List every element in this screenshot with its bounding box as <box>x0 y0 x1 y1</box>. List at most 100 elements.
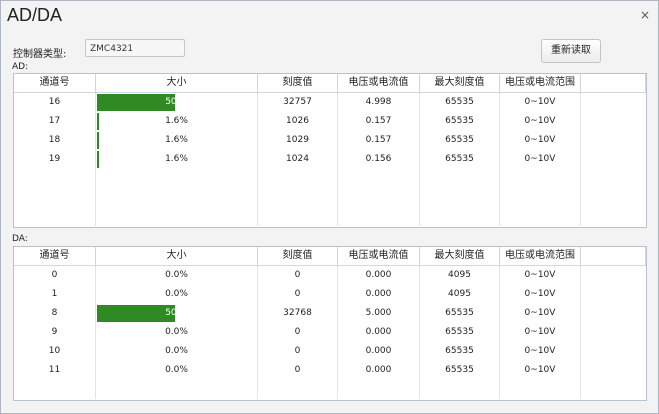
empty-cell <box>14 380 96 399</box>
cell-filler <box>581 266 646 285</box>
close-icon[interactable]: × <box>638 8 652 22</box>
empty-cell <box>338 207 420 226</box>
cell-channel: 10 <box>14 342 96 361</box>
cell-filler <box>581 150 646 169</box>
column-header-max-scale[interactable]: 最大刻度值 <box>420 74 500 92</box>
size-bar <box>97 132 99 149</box>
cell-filler <box>581 342 646 361</box>
ad-table-header: 通道号 大小 刻度值 电压或电流值 最大刻度值 电压或电流范围 <box>14 74 646 93</box>
window-title: AD/DA <box>7 5 63 25</box>
cell-scale: 0 <box>258 285 338 304</box>
cell-channel: 9 <box>14 323 96 342</box>
cell-filler <box>581 323 646 342</box>
cell-max-scale: 65535 <box>420 93 500 112</box>
empty-cell <box>500 188 581 207</box>
size-bar <box>97 151 99 168</box>
empty-cell <box>338 380 420 399</box>
cell-scale: 32768 <box>258 304 338 323</box>
size-percent: 50.0% <box>165 97 194 107</box>
size-percent: 0.0% <box>165 327 188 337</box>
cell-scale: 0 <box>258 361 338 380</box>
column-header-scale[interactable]: 刻度值 <box>258 247 338 265</box>
empty-cell <box>258 380 338 399</box>
refresh-button[interactable]: 重新读取 <box>541 39 601 63</box>
cell-value: 0.157 <box>338 131 420 150</box>
cell-channel: 1 <box>14 285 96 304</box>
empty-cell <box>500 207 581 226</box>
cell-filler <box>581 285 646 304</box>
size-percent: 1.6% <box>165 135 188 145</box>
table-row[interactable]: 8 50.0% 32768 5.000 65535 0~10V <box>14 304 646 323</box>
ad-section-label: AD: <box>12 62 29 72</box>
cell-range: 0~10V <box>500 323 581 342</box>
empty-cell <box>258 207 338 226</box>
size-percent: 0.0% <box>165 346 188 356</box>
title-bar[interactable]: AD/DA × <box>1 1 658 31</box>
column-header-size[interactable]: 大小 <box>96 74 258 92</box>
column-header-value[interactable]: 电压或电流值 <box>338 74 420 92</box>
cell-range: 0~10V <box>500 266 581 285</box>
empty-cell <box>581 380 646 399</box>
table-row[interactable]: 10 0.0% 0 0.000 65535 0~10V <box>14 342 646 361</box>
empty-cell <box>581 188 646 207</box>
cell-value: 4.998 <box>338 93 420 112</box>
cell-range: 0~10V <box>500 150 581 169</box>
cell-scale: 1026 <box>258 112 338 131</box>
table-row[interactable]: 19 1.6% 1024 0.156 65535 0~10V <box>14 150 646 169</box>
cell-value: 0.157 <box>338 112 420 131</box>
cell-max-scale: 4095 <box>420 266 500 285</box>
cell-channel: 11 <box>14 361 96 380</box>
da-table[interactable]: 通道号 大小 刻度值 电压或电流值 最大刻度值 电压或电流范围 0 0.0% 0 0.000 409… <box>13 246 647 401</box>
column-header-scale[interactable]: 刻度值 <box>258 74 338 92</box>
cell-max-scale: 65535 <box>420 323 500 342</box>
table-row[interactable]: 1 0.0% 0 0.000 4095 0~10V <box>14 285 646 304</box>
empty-cell <box>500 169 581 188</box>
cell-range: 0~10V <box>500 304 581 323</box>
size-bar <box>97 94 175 111</box>
cell-max-scale: 65535 <box>420 304 500 323</box>
cell-filler <box>581 93 646 112</box>
cell-size: 0.0% <box>96 285 258 304</box>
controller-type-field[interactable]: ZMC4321 <box>85 39 185 57</box>
cell-filler <box>581 361 646 380</box>
column-header-range[interactable]: 电压或电流范围 <box>500 74 581 92</box>
cell-max-scale: 65535 <box>420 131 500 150</box>
cell-value: 5.000 <box>338 304 420 323</box>
column-header-channel[interactable]: 通道号 <box>14 74 96 92</box>
cell-range: 0~10V <box>500 285 581 304</box>
table-row[interactable]: 16 50.0% 32757 4.998 65535 0~10V <box>14 93 646 112</box>
table-row[interactable]: 17 1.6% 1026 0.157 65535 0~10V <box>14 112 646 131</box>
da-table-header: 通道号 大小 刻度值 电压或电流值 最大刻度值 电压或电流范围 <box>14 247 646 266</box>
empty-cell <box>96 169 258 188</box>
empty-cell <box>420 380 500 399</box>
column-header-channel[interactable]: 通道号 <box>14 247 96 265</box>
cell-value: 0.000 <box>338 285 420 304</box>
empty-row <box>14 380 646 399</box>
column-header-max-scale[interactable]: 最大刻度值 <box>420 247 500 265</box>
empty-cell <box>338 188 420 207</box>
cell-size: 50.0% <box>96 304 258 323</box>
cell-max-scale: 65535 <box>420 361 500 380</box>
cell-scale: 0 <box>258 323 338 342</box>
size-percent: 1.6% <box>165 116 188 126</box>
table-row[interactable]: 9 0.0% 0 0.000 65535 0~10V <box>14 323 646 342</box>
cell-scale: 0 <box>258 342 338 361</box>
cell-range: 0~10V <box>500 112 581 131</box>
column-header-value[interactable]: 电压或电流值 <box>338 247 420 265</box>
ad-table[interactable]: 通道号 大小 刻度值 电压或电流值 最大刻度值 电压或电流范围 16 50.0% 32757 4.… <box>13 73 647 228</box>
cell-size: 0.0% <box>96 323 258 342</box>
cell-scale: 32757 <box>258 93 338 112</box>
column-header-filler <box>581 74 646 92</box>
empty-cell <box>96 188 258 207</box>
cell-size: 1.6% <box>96 150 258 169</box>
table-row[interactable]: 11 0.0% 0 0.000 65535 0~10V <box>14 361 646 380</box>
cell-value: 0.000 <box>338 342 420 361</box>
cell-range: 0~10V <box>500 361 581 380</box>
cell-max-scale: 4095 <box>420 285 500 304</box>
cell-size: 50.0% <box>96 93 258 112</box>
table-row[interactable]: 18 1.6% 1029 0.157 65535 0~10V <box>14 131 646 150</box>
table-row[interactable]: 0 0.0% 0 0.000 4095 0~10V <box>14 266 646 285</box>
cell-value: 0.000 <box>338 266 420 285</box>
column-header-size[interactable]: 大小 <box>96 247 258 265</box>
column-header-range[interactable]: 电压或电流范围 <box>500 247 581 265</box>
